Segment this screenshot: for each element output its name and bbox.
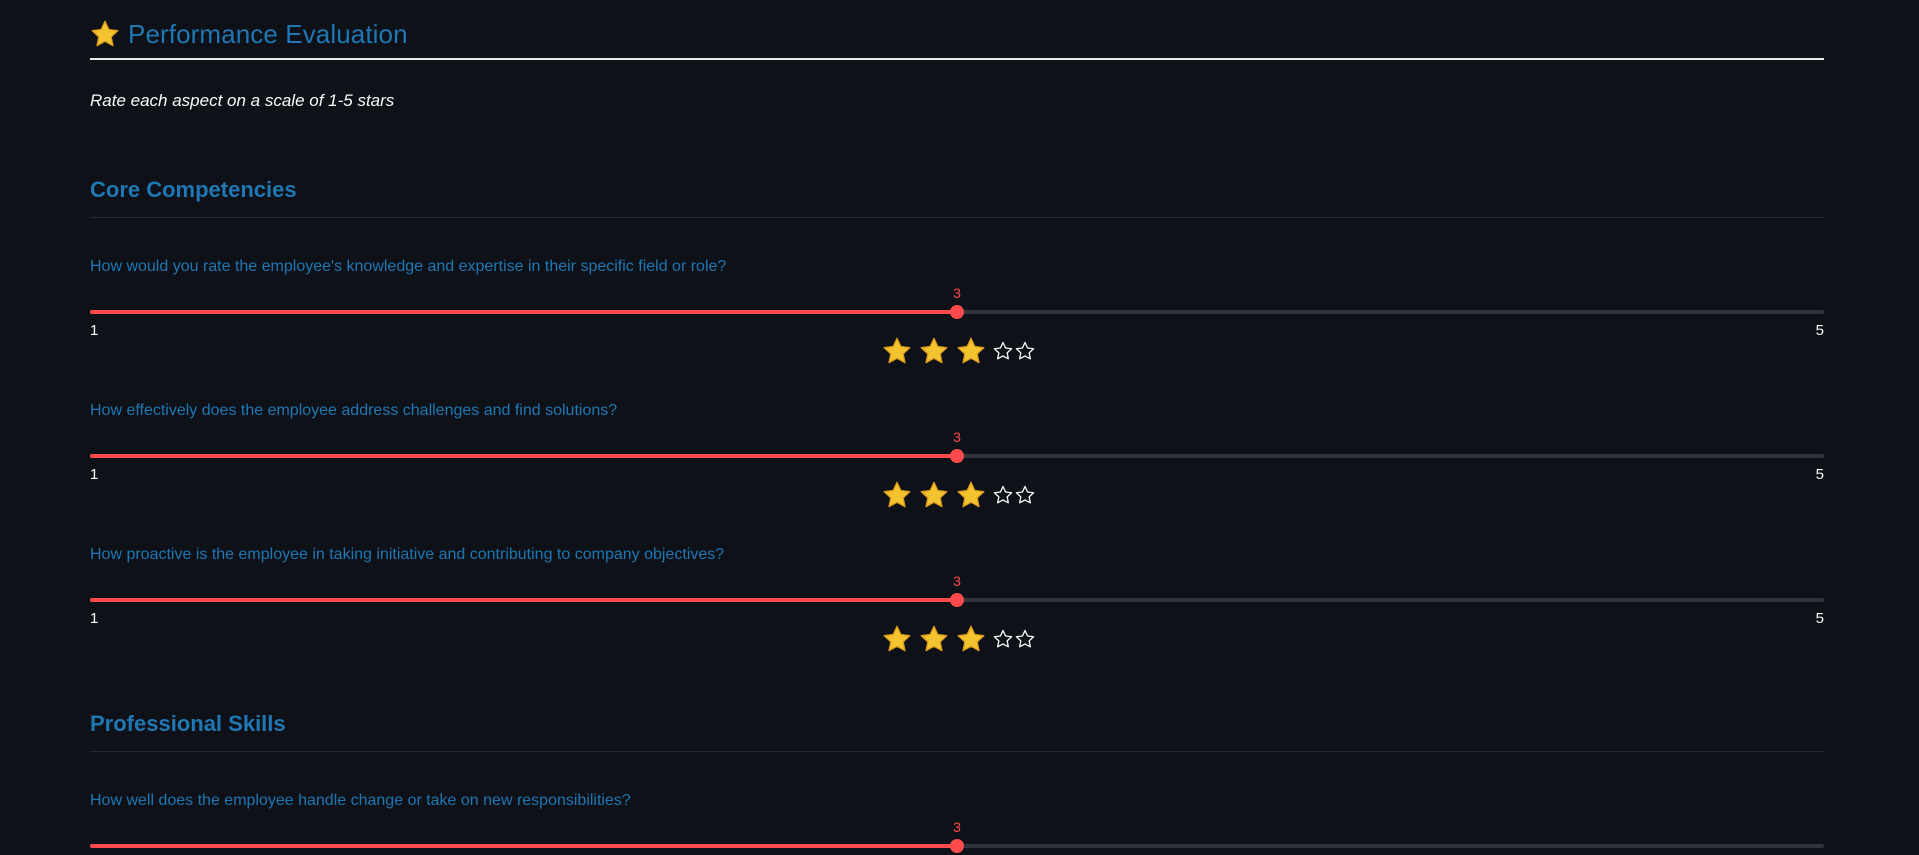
slider-track-fill <box>90 454 957 458</box>
slider-max-label: 5 <box>1815 466 1824 483</box>
slider-thumb[interactable] <box>950 593 964 607</box>
rating-slider[interactable]: 3 <box>90 573 1824 609</box>
section-title-core-competencies: Core Competencies <box>90 177 297 202</box>
star-icon <box>91 20 119 47</box>
question-label: How would you rate the employee's knowle… <box>90 258 727 275</box>
slider-max-label: 5 <box>1815 610 1824 627</box>
question-label: How well does the employee handle change… <box>90 792 631 809</box>
rating-slider[interactable]: 3 <box>90 285 1824 321</box>
slider-track-fill <box>90 598 957 602</box>
slider-track-fill <box>90 310 957 314</box>
star-filled-icon <box>957 337 985 364</box>
page-title: Performance Evaluation <box>128 18 408 49</box>
star-empty-icon <box>1015 629 1035 648</box>
title-divider <box>90 58 1824 60</box>
slider-value-label: 3 <box>953 429 961 445</box>
slider-thumb[interactable] <box>950 449 964 463</box>
star-filled-icon <box>883 481 911 508</box>
section-divider <box>90 217 1824 218</box>
star-empty-icon <box>993 485 1013 504</box>
page-subtitle: Rate each aspect on a scale of 1-5 stars <box>90 91 395 110</box>
star-filled-icon <box>920 625 948 652</box>
slider-value-label: 3 <box>953 573 961 589</box>
star-filled-icon <box>920 337 948 364</box>
slider-min-label: 1 <box>90 610 99 627</box>
slider-max-label: 5 <box>1815 322 1824 339</box>
star-filled-icon <box>920 481 948 508</box>
page-header: Performance Evaluation <box>90 14 408 54</box>
slider-track-fill <box>90 844 957 848</box>
star-filled-icon <box>883 337 911 364</box>
star-empty-icon <box>1015 485 1035 504</box>
star-filled-icon <box>883 625 911 652</box>
slider-min-label: 1 <box>90 466 99 483</box>
slider-value-label: 3 <box>953 819 961 835</box>
slider-value-label: 3 <box>953 285 961 301</box>
section-title-professional-skills: Professional Skills <box>90 711 286 736</box>
star-empty-icon <box>993 629 1013 648</box>
rating-slider[interactable]: 3 <box>90 819 1824 855</box>
slider-min-label: 1 <box>90 322 99 339</box>
slider-thumb[interactable] <box>950 305 964 319</box>
question-label: How effectively does the employee addres… <box>90 402 618 419</box>
star-filled-icon <box>957 625 985 652</box>
star-empty-icon <box>993 341 1013 360</box>
page: Performance Evaluation Rate each aspect … <box>90 0 1824 854</box>
star-rating-display <box>882 336 1037 366</box>
slider-thumb[interactable] <box>950 839 964 853</box>
star-rating-display <box>882 480 1037 510</box>
rating-slider[interactable]: 3 <box>90 429 1824 465</box>
star-empty-icon <box>1015 341 1035 360</box>
star-filled-icon <box>957 481 985 508</box>
question-label: How proactive is the employee in taking … <box>90 546 725 563</box>
section-divider <box>90 751 1824 752</box>
star-rating-display <box>882 624 1037 654</box>
